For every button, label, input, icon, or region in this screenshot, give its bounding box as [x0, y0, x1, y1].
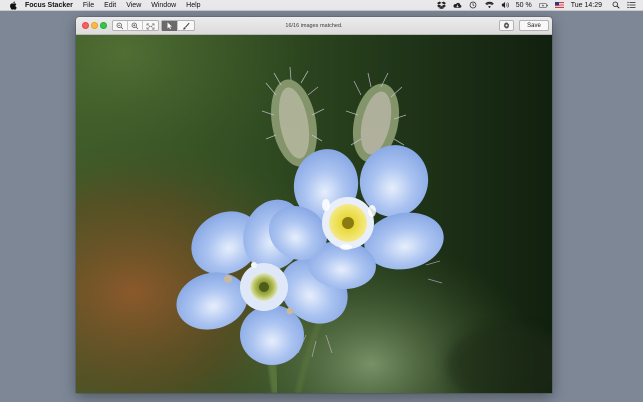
wifi-icon[interactable]	[484, 1, 494, 9]
cloud-icon[interactable]	[453, 1, 462, 9]
menu-bar: Focus Stacker File Edit View Window Help…	[0, 0, 643, 11]
pointer-icon	[167, 22, 172, 30]
zoom-controls	[112, 20, 159, 31]
zoom-out-button[interactable]	[113, 21, 128, 31]
battery-icon[interactable]	[538, 1, 548, 9]
menu-help[interactable]: Help	[186, 0, 200, 11]
apple-icon[interactable]	[8, 0, 17, 10]
menu-view[interactable]: View	[126, 0, 141, 11]
zoom-in-icon	[131, 22, 139, 30]
fit-to-window-button[interactable]	[143, 21, 158, 31]
dropbox-icon[interactable]	[436, 1, 446, 9]
app-menu[interactable]: Focus Stacker	[25, 0, 73, 11]
image-canvas[interactable]	[76, 35, 552, 393]
brush-icon	[182, 22, 190, 30]
flower-photo	[76, 35, 552, 393]
flag-us-icon[interactable]	[555, 1, 565, 9]
menu-edit[interactable]: Edit	[104, 0, 116, 11]
settings-button[interactable]	[499, 20, 514, 31]
clock[interactable]: Tue 14:29	[571, 0, 602, 11]
save-button[interactable]: Save	[519, 20, 549, 31]
notification-center-icon[interactable]	[627, 1, 636, 9]
window-title: 16/16 images matched.	[285, 23, 343, 29]
volume-icon[interactable]	[501, 1, 510, 9]
brush-tool-button[interactable]	[178, 21, 194, 31]
fit-to-window-icon	[146, 23, 155, 29]
tool-selector	[161, 20, 195, 31]
time-machine-icon[interactable]	[469, 1, 478, 9]
spotlight-icon[interactable]	[611, 1, 620, 9]
app-window: 16/16 images matched. Save	[76, 17, 552, 393]
zoom-out-icon	[116, 22, 124, 30]
minimize-window-button[interactable]	[91, 22, 98, 29]
battery-percentage: 50 %	[515, 1, 532, 9]
zoom-in-button[interactable]	[128, 21, 143, 31]
menu-file[interactable]: File	[83, 0, 94, 11]
pointer-tool-button[interactable]	[162, 21, 178, 31]
gear-icon	[503, 22, 510, 29]
title-bar[interactable]: 16/16 images matched. Save	[76, 17, 552, 35]
close-window-button[interactable]	[82, 22, 89, 29]
zoom-window-button[interactable]	[100, 22, 107, 29]
menu-window[interactable]: Window	[151, 0, 176, 11]
